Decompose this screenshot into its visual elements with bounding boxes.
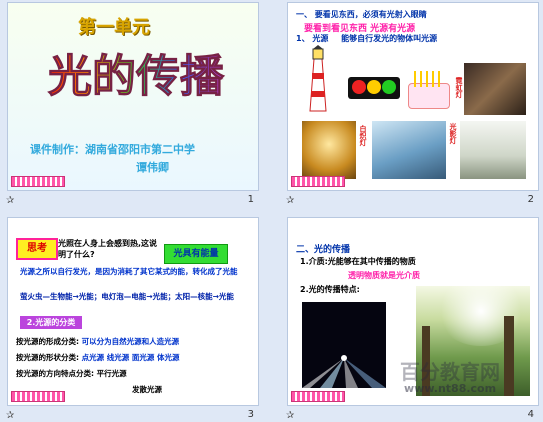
- slide-heading: 一、 要看见东西，必须有光射入眼睛: [296, 10, 427, 19]
- point-2: 2.光的传播特点:: [300, 285, 360, 294]
- rainbow-title-art: 光的传播: [48, 51, 226, 103]
- classification-line-1: 按光源的形成分类: 可以分为自然光源和人造光源: [16, 336, 179, 347]
- birthday-cake-image: [406, 65, 450, 109]
- classification-value: 点光源 线光源 面光源 体光源: [81, 353, 180, 362]
- surgery-photo: [372, 121, 446, 179]
- room-photo: [460, 121, 526, 179]
- footer-stripe: [291, 176, 345, 187]
- slide-number: 4: [527, 409, 534, 420]
- slide-3: 思考 光照在人身上会感到热,这说明了什么? 光具有能量 光源之所以自行发光，是因…: [7, 217, 259, 406]
- traffic-light-image: [348, 77, 400, 99]
- think-badge: 思考: [16, 238, 58, 260]
- classification-line-3: 按光源的方向特点分类: 平行光源: [16, 368, 127, 379]
- footer-stripe: [291, 391, 345, 402]
- watermark-text: 百分教育网: [400, 360, 500, 384]
- examples-text: 萤火虫—生物能→光能；电灯泡—电能→光能；太阳—核能→光能: [20, 292, 234, 301]
- explanation-text: 光源之所以自行发光，是因为消耗了其它某式的能，转化成了光能: [20, 267, 238, 276]
- footer-stripe: [11, 176, 65, 187]
- watermark-url: www.nt88.com: [404, 382, 497, 395]
- point-1-text: 能够自行发光的物体叫光源: [341, 34, 438, 43]
- classification-label: 按光源的形成分类:: [16, 337, 79, 346]
- classification-value: 平行光源: [96, 369, 127, 378]
- point-1-number: 1、: [296, 34, 310, 43]
- slide-thumbnail-4[interactable]: 二、光的传播 1.介质:光能够在其中传播的物质 透明物质就是光介质 2.光的传播…: [280, 215, 543, 422]
- slide-transition-icon[interactable]: ✰: [286, 195, 294, 206]
- slide-number: 2: [527, 194, 534, 205]
- classification-line-4: 发散光源: [132, 385, 162, 394]
- classification-value: 可以分为自然光源和人造光源: [81, 337, 180, 346]
- crowd-photo: [464, 63, 526, 115]
- point-1: 1、 光源 能够自行发光的物体叫光源: [296, 33, 437, 44]
- corridor-photo: [302, 121, 356, 179]
- classification-line-2: 按光源的形状分类: 点光源 线光源 面光源 体光源: [16, 352, 179, 363]
- slide-4: 二、光的传播 1.介质:光能够在其中传播的物质 透明物质就是光介质 2.光的传播…: [287, 217, 539, 406]
- classification-label: 按光源的形状分类:: [16, 353, 79, 362]
- question-text: 光照在人身上会感到热,这说明了什么?: [58, 239, 158, 259]
- credit-line-2: 谭伟卿: [136, 161, 169, 174]
- main-title: 光的传播: [26, 43, 246, 103]
- lighthouse-image: [304, 45, 332, 113]
- caption-incandescent: 白炽灯: [359, 125, 367, 146]
- slide-transition-icon[interactable]: ✰: [286, 410, 294, 421]
- slide-thumbnail-1[interactable]: 第一单元 光的传播 课件制作：湖南省邵阳市第二中学 谭伟卿 ✰ 1: [0, 0, 266, 207]
- answer-badge: 光具有能量: [164, 244, 228, 264]
- point-1-highlight: 透明物质就是光介质: [348, 271, 420, 280]
- slide-transition-icon[interactable]: ✰: [6, 195, 14, 206]
- caption-shadowless-lamp: 光影灯: [449, 123, 457, 144]
- classification-label: 按光源的方向特点分类:: [16, 369, 94, 378]
- section-label: 2.光源的分类: [20, 316, 82, 329]
- point-1-term: 光源: [312, 34, 329, 43]
- slide-transition-icon[interactable]: ✰: [6, 410, 14, 421]
- slide-1: 第一单元 光的传播 课件制作：湖南省邵阳市第二中学 谭伟卿: [7, 2, 259, 191]
- caption-neon: 霓虹灯: [455, 77, 463, 98]
- slide-number: 3: [247, 409, 254, 420]
- credit-line-1: 课件制作：湖南省邵阳市第二中学: [30, 143, 195, 156]
- footer-stripe: [11, 391, 65, 402]
- slide-thumbnail-3[interactable]: 思考 光照在人身上会感到热,这说明了什么? 光具有能量 光源之所以自行发光，是因…: [0, 215, 266, 422]
- point-1: 1.介质:光能够在其中传播的物质: [300, 257, 416, 266]
- light-beam-photo: [302, 302, 386, 388]
- slide-number: 1: [247, 194, 254, 205]
- unit-title: 第一单元: [78, 17, 150, 38]
- slide-thumbnail-2[interactable]: 一、 要看见东西，必须有光射入眼睛 要看到看见东西 光源有光源 1、 光源 能够…: [280, 0, 543, 207]
- slide-2: 一、 要看见东西，必须有光射入眼睛 要看到看见东西 光源有光源 1、 光源 能够…: [287, 2, 539, 191]
- title-text: 光的传播: [48, 51, 225, 102]
- slide-heading: 二、光的传播: [296, 245, 351, 255]
